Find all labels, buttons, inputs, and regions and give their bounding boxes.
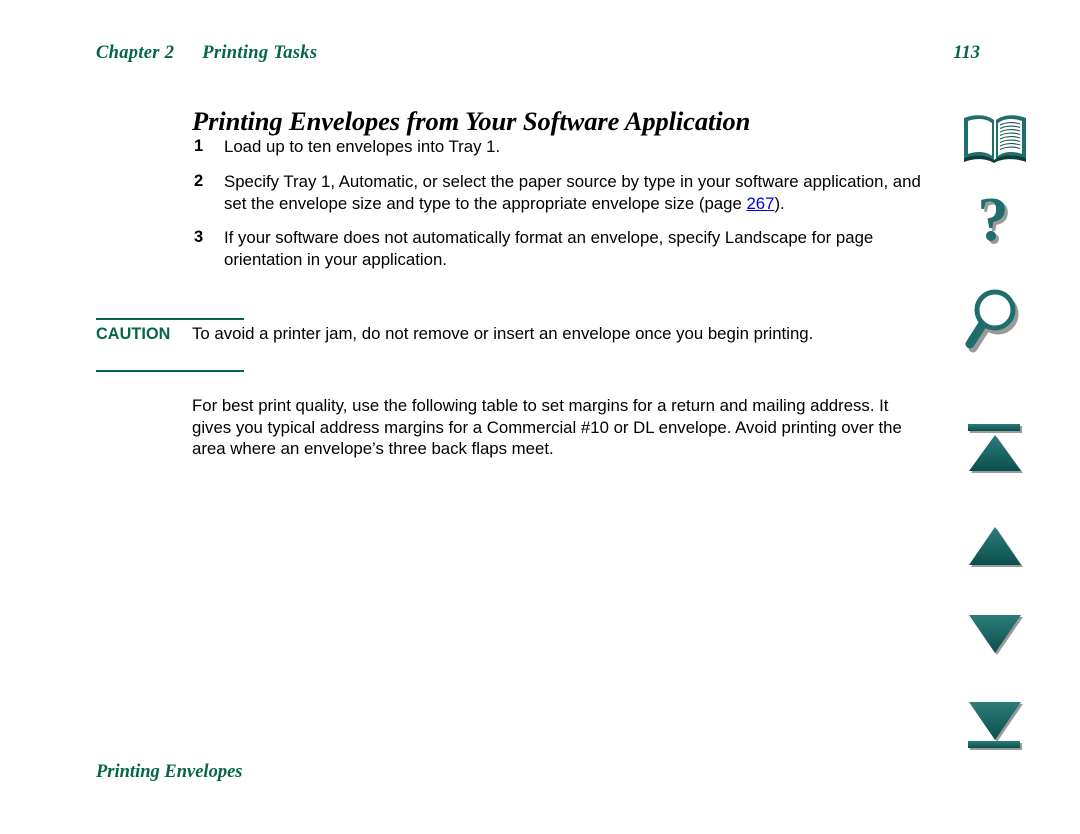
step-text: If your software does not automatically … (224, 228, 874, 270)
step-text: Load up to ten envelopes into Tray 1. (224, 137, 501, 156)
caution-text: To avoid a printer jam, do not remove or… (192, 324, 814, 343)
step-text-before-link: Specify Tray 1, Automatic, or select the… (224, 171, 921, 213)
question-mark-icon[interactable]: ? ? (940, 191, 1050, 262)
numbered-step-list: 1 Load up to ten envelopes into Tray 1. … (192, 136, 922, 284)
page-reference-link[interactable]: 267 (746, 194, 774, 213)
step-text: Specify Tray 1, Automatic, or select the… (224, 171, 922, 215)
step-number: 2 (194, 171, 204, 190)
page-number: 113 (953, 43, 980, 63)
step-number: 1 (194, 137, 204, 155)
next-page-icon[interactable] (940, 608, 1050, 663)
running-head: Chapter 2 Printing Tasks 113 (96, 43, 980, 64)
list-item: 1 Load up to ten envelopes into Tray 1. (192, 136, 922, 158)
previous-page-icon[interactable] (940, 518, 1050, 573)
list-item: 2 Specify Tray 1, Automatic, or select t… (192, 171, 922, 215)
body-paragraph: For best print quality, use the followin… (192, 395, 902, 459)
navigation-icon-rail: ? ? (940, 100, 1050, 780)
last-page-icon[interactable] (940, 696, 1050, 758)
first-page-icon[interactable] (940, 418, 1050, 480)
caution-rule-bottom (96, 370, 244, 372)
list-item: 3 If your software does not automaticall… (192, 227, 922, 271)
open-book-icon[interactable] (940, 108, 1050, 168)
chapter-title: Printing Tasks (202, 43, 318, 63)
running-head-left: Chapter 2 Printing Tasks (96, 43, 317, 64)
step-text-after-link: ). (774, 193, 785, 213)
page-title: Printing Envelopes from Your Software Ap… (192, 105, 751, 136)
footer-section-name: Printing Envelopes (96, 762, 243, 782)
svg-text:?: ? (978, 191, 1009, 254)
magnifier-icon[interactable] (940, 288, 1050, 358)
chapter-label: Chapter 2 (96, 43, 175, 63)
step-number: 3 (194, 228, 204, 247)
